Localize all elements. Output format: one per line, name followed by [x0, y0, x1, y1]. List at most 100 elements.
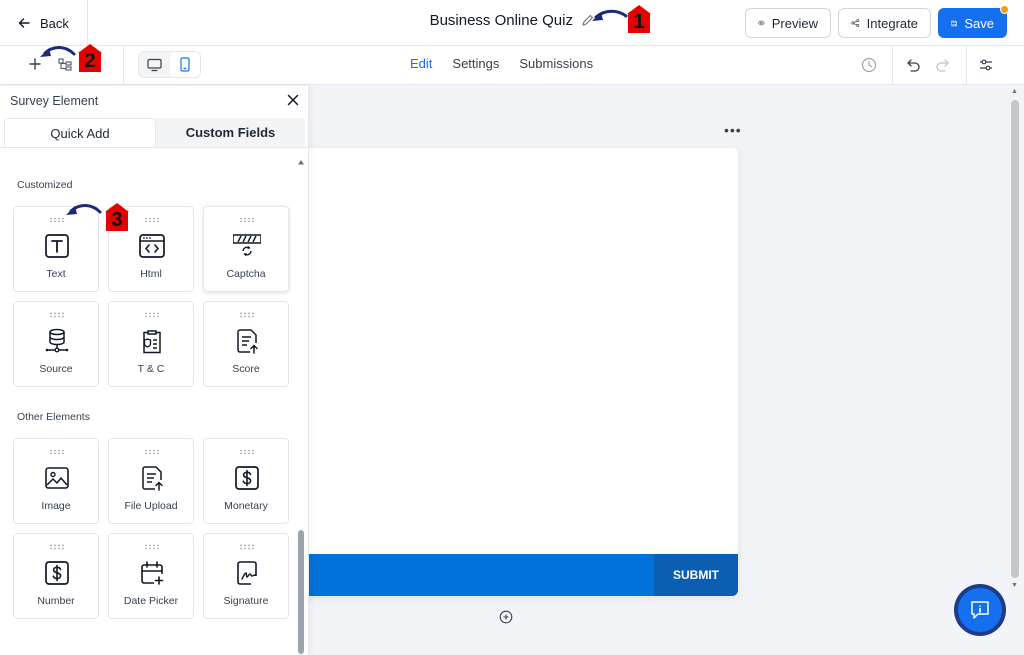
- save-label: Save: [964, 15, 994, 31]
- element-tile-number[interactable]: Number: [13, 533, 99, 619]
- element-tile-image[interactable]: Image: [13, 438, 99, 524]
- scroll-down-icon[interactable]: ▼: [1011, 582, 1018, 589]
- add-section-icon[interactable]: [499, 610, 513, 624]
- integrate-label: Integrate: [866, 15, 918, 31]
- panel-tabs: Quick Add Custom Fields: [4, 118, 305, 147]
- number-icon: [45, 561, 69, 585]
- captcha-icon: [233, 234, 261, 256]
- element-tile-terms[interactable]: T & C: [108, 301, 194, 387]
- preview-button[interactable]: Preview: [745, 8, 831, 38]
- tile-label: Image: [41, 500, 71, 512]
- submit-bar: SUBMIT: [300, 554, 738, 596]
- tile-label: T & C: [137, 363, 165, 375]
- tile-label: Source: [39, 363, 73, 375]
- drag-handle-icon: [145, 217, 159, 223]
- share-icon: [851, 19, 860, 27]
- chat-button[interactable]: [958, 588, 1002, 632]
- canvas-scrollbar-thumb[interactable]: [1011, 100, 1019, 578]
- floppy-disk-icon: [951, 20, 957, 26]
- tab-quick-add[interactable]: Quick Add: [4, 118, 156, 147]
- drag-handle-icon: [50, 449, 64, 455]
- panel-scrollbar-thumb[interactable]: [298, 530, 304, 654]
- back-label: Back: [40, 15, 69, 31]
- survey-element-panel: Survey Element Quick Add Custom Fields C…: [0, 86, 309, 655]
- element-tile-file-upload[interactable]: File Upload: [108, 438, 194, 524]
- image-icon: [45, 467, 69, 489]
- tile-label: Signature: [223, 595, 269, 607]
- tile-label: Score: [232, 363, 260, 375]
- mobile-view-button[interactable]: [169, 52, 200, 77]
- submit-button[interactable]: SUBMIT: [654, 554, 738, 596]
- element-tile-score[interactable]: Score: [203, 301, 289, 387]
- toolbar-divider: [892, 46, 893, 85]
- drag-handle-icon: [50, 217, 64, 223]
- form-preview: SUBMIT: [300, 148, 738, 596]
- annotation-arrow: [40, 46, 76, 57]
- tab-submissions[interactable]: Submissions: [519, 56, 593, 71]
- sliders-icon[interactable]: [977, 56, 995, 74]
- drag-handle-icon: [240, 217, 254, 223]
- drag-handle-icon: [240, 312, 254, 318]
- arrow-left-icon: [18, 18, 30, 28]
- editor-toolbar: Edit Settings Submissions: [0, 46, 1024, 85]
- tab-settings[interactable]: Settings: [452, 56, 499, 71]
- tile-label: Monetary: [224, 500, 268, 512]
- top-bar: Back Business Online Quiz Preview Integr…: [0, 0, 1024, 46]
- annotation-badge: 1: [625, 5, 653, 35]
- save-button[interactable]: Save: [938, 5, 1009, 38]
- tile-label: Html: [140, 268, 162, 280]
- element-tile-monetary[interactable]: Monetary: [203, 438, 289, 524]
- element-tile-captcha[interactable]: Captcha: [203, 206, 289, 292]
- html-icon: [139, 234, 165, 258]
- annotation-badge: 3: [103, 203, 131, 233]
- tile-label: File Upload: [124, 500, 178, 512]
- panel-body: Customized Text Html Captcha Source T & …: [0, 147, 308, 655]
- terms-icon: [143, 330, 161, 354]
- text-icon: [45, 234, 69, 258]
- eye-icon: [758, 20, 765, 26]
- monetary-icon: [235, 466, 259, 490]
- drag-handle-icon: [145, 544, 159, 550]
- tile-label: Number: [37, 595, 75, 607]
- preview-label: Preview: [771, 15, 818, 31]
- integrate-button[interactable]: Integrate: [838, 8, 931, 38]
- desktop-view-button[interactable]: [139, 52, 170, 77]
- file-upload-icon: [142, 466, 163, 491]
- drag-handle-icon: [145, 312, 159, 318]
- drag-handle-icon: [50, 312, 64, 318]
- tab-custom-fields[interactable]: Custom Fields: [156, 118, 305, 147]
- element-tile-source[interactable]: Source: [13, 301, 99, 387]
- close-icon[interactable]: [287, 94, 299, 106]
- scroll-up-icon[interactable]: [297, 158, 305, 166]
- more-options-icon[interactable]: •••: [724, 122, 742, 138]
- scroll-up-icon[interactable]: ▲: [1011, 88, 1018, 95]
- annotation-number: 1: [633, 11, 645, 33]
- panel-header: Survey Element: [0, 86, 308, 116]
- annotation-number: 2: [84, 50, 96, 72]
- signature-icon: [237, 561, 257, 585]
- annotation-arrow: [66, 204, 102, 215]
- redo-icon[interactable]: [934, 56, 952, 74]
- date-picker-icon: [141, 561, 164, 585]
- monitor-icon: [147, 58, 162, 71]
- tab-edit[interactable]: Edit: [410, 56, 432, 71]
- tile-label: Captcha: [226, 268, 266, 280]
- annotation-number: 3: [111, 209, 123, 231]
- history-icon[interactable]: [860, 56, 878, 74]
- source-icon: [45, 328, 69, 353]
- element-tile-signature[interactable]: Signature: [203, 533, 289, 619]
- section-label-customized: Customized: [17, 179, 73, 191]
- annotation-badge: 2: [76, 44, 104, 74]
- panel-title: Survey Element: [10, 94, 99, 108]
- score-icon: [237, 329, 258, 354]
- tile-label: Date Picker: [123, 595, 179, 607]
- editor-tabs: Edit Settings Submissions: [410, 56, 593, 71]
- device-toggle: [138, 51, 201, 78]
- toolbar-divider: [966, 46, 967, 85]
- page-title[interactable]: Business Online Quiz: [430, 12, 573, 29]
- chat-info-icon: [971, 601, 989, 619]
- back-button[interactable]: Back: [0, 0, 88, 46]
- element-tile-date-picker[interactable]: Date Picker: [108, 533, 194, 619]
- drag-handle-icon: [240, 449, 254, 455]
- undo-icon[interactable]: [904, 56, 922, 74]
